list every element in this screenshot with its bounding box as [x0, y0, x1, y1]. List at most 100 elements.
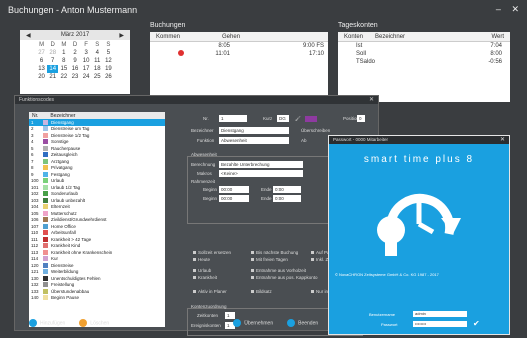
calendar-day[interactable]: 5	[103, 49, 114, 57]
delete-button[interactable]: Löschen	[79, 319, 109, 327]
ueberschreiben-radio[interactable]: Überschreiben	[301, 128, 330, 133]
ende-field[interactable]: 0:00	[273, 186, 301, 193]
checkbox-kappkonto[interactable]: Entnahme aus pos. Kappkonto	[251, 275, 318, 280]
code-number: 102	[31, 191, 39, 197]
ende2-field[interactable]: 0:00	[273, 195, 301, 202]
checkbox-vorholzeit[interactable]: Entnahme aus Vorholzeit	[251, 268, 306, 273]
calendar[interactable]: ◀ März 2017 ▶ M D M D F S S 27 28 1 2 3 4 5 6 7 8 9 10 11 12…	[20, 30, 130, 94]
prev-month-icon[interactable]: ◀	[26, 32, 31, 39]
ab-radio[interactable]: Ab	[301, 138, 307, 143]
checkbox-aktiv-planer[interactable]: Aktiv in Planer	[193, 289, 227, 294]
calendar-day[interactable]: 28	[47, 49, 58, 57]
calendar-day[interactable]: 27	[36, 49, 47, 57]
col-nr[interactable]: Nr.	[29, 112, 41, 119]
calendar-day[interactable]: 12	[103, 57, 114, 65]
nr-field[interactable]: 1	[219, 115, 247, 122]
beginn-field[interactable]: 00:00	[219, 186, 249, 193]
col-wert[interactable]: Wert	[485, 32, 510, 41]
close-button[interactable]: Beenden	[287, 319, 318, 327]
color-swatch	[43, 165, 48, 171]
calendar-day[interactable]: 24	[81, 73, 92, 81]
calendar-day[interactable]: 19	[103, 65, 114, 73]
code-number: 130	[31, 275, 39, 281]
color-swatch	[43, 191, 48, 197]
code-label: Dienstreise um Tag	[51, 126, 90, 132]
calendar-day[interactable]: 6	[36, 57, 47, 65]
add-button[interactable]: Hinzufügen	[29, 319, 65, 327]
beginn2-field[interactable]: 00:00	[219, 195, 249, 202]
calendar-day[interactable]: 3	[81, 49, 92, 57]
funktionscodes-dialog: Funktionscodes ✕ Nr. Bezeichner 1 Dienstg…	[14, 95, 379, 336]
calendar-grid[interactable]: M D M D F S S 27 28 1 2 3 4 5 6 7 8 9 10 11 12 13 14 15 16 17 18 19…	[20, 40, 130, 82]
calendar-day[interactable]: 14	[47, 65, 59, 73]
bezeichner-field[interactable]: Dienstgang	[219, 127, 289, 134]
table-row[interactable]: Ist 7:04	[338, 42, 510, 50]
color-swatch[interactable]	[305, 116, 317, 122]
color-swatch	[43, 204, 48, 210]
zeitkonten-field[interactable]: 1	[225, 312, 235, 319]
close-icon[interactable]: ✕	[511, 4, 519, 14]
color-swatch	[43, 171, 48, 177]
calendar-day[interactable]: 15	[58, 65, 69, 73]
close-icon[interactable]: ✕	[369, 96, 374, 103]
tageskonten-table[interactable]: Konten Bezeichner Wert Ist 7:04 Soll 8:0…	[338, 32, 510, 102]
color-swatch	[43, 197, 48, 203]
checkbox-naechste-buchung[interactable]: Bis nächste Buchung	[251, 250, 298, 255]
col-gehen[interactable]: Gehen	[216, 32, 246, 41]
position-field[interactable]: 0	[357, 115, 365, 122]
code-label: Unentschuldigtes Fehlen	[51, 275, 101, 281]
calendar-day[interactable]: 20	[36, 73, 47, 81]
calendar-day[interactable]: 1	[58, 49, 69, 57]
calendar-day[interactable]: 8	[58, 57, 69, 65]
calendar-day[interactable]: 13	[36, 65, 47, 73]
close-icon[interactable]: ✕	[500, 136, 505, 143]
calendar-day[interactable]: 9	[69, 57, 80, 65]
calendar-day[interactable]: 11	[92, 57, 103, 65]
apply-button[interactable]: Übernehmen	[233, 319, 273, 327]
berechnung-select[interactable]: Bezahlte Unterbrechung	[219, 161, 303, 168]
kurz-field[interactable]: DG	[277, 115, 289, 122]
funktion-select[interactable]: Abwesenheit	[219, 137, 289, 144]
minimize-icon[interactable]: –	[496, 4, 501, 14]
confirm-check-icon[interactable]: ✔	[473, 319, 480, 328]
username-field[interactable]: admin	[413, 311, 467, 317]
calendar-day[interactable]: 7	[47, 57, 58, 65]
weekday-header: D	[72, 42, 78, 48]
calendar-day[interactable]: 4	[92, 49, 103, 57]
month-label: März 2017	[60, 32, 90, 38]
calendar-day[interactable]: 22	[58, 73, 69, 81]
col-bezeichner[interactable]: Bezeichner	[369, 32, 411, 41]
calendar-day[interactable]: 2	[69, 49, 80, 57]
code-label: Arztgang	[51, 158, 70, 164]
col-konten[interactable]: Konten	[338, 32, 369, 41]
col-kommen[interactable]: Kommen	[150, 32, 186, 41]
calendar-day[interactable]: 10	[81, 57, 92, 65]
table-row[interactable]: TSaldo -0:56	[338, 58, 510, 66]
list-item[interactable]: 140 Beginn Pause	[29, 295, 165, 302]
calendar-day[interactable]: 16	[69, 65, 80, 73]
color-picker-icon[interactable]: 🖌	[295, 116, 301, 122]
calendar-day[interactable]: 18	[92, 65, 103, 73]
table-row[interactable]: Soll 8:00	[338, 50, 510, 58]
username-label: Benutzername	[369, 312, 396, 317]
makros-select[interactable]: <Keine>	[219, 170, 303, 177]
col-bezeichner[interactable]: Bezeichner	[47, 112, 78, 119]
checkbox-krankheit[interactable]: Krankheit	[193, 275, 217, 280]
buchungen-table[interactable]: Kommen Gehen 8:05 9:00 FS 11:01 17:10	[150, 32, 328, 102]
color-swatch	[43, 119, 48, 125]
calendar-day[interactable]: 25	[92, 73, 103, 81]
calendar-day[interactable]: 17	[81, 65, 92, 73]
table-row[interactable]: 8:05 9:00 FS	[150, 42, 328, 50]
checkbox-heute[interactable]: Heute	[193, 257, 210, 262]
checkbox-freie-tage[interactable]: Mit freien Tagen	[251, 257, 288, 262]
calendar-day[interactable]: 23	[69, 73, 80, 81]
table-row[interactable]: 11:01 17:10	[150, 50, 328, 58]
checkbox-sollzeit[interactable]: Sollzeit ersetzen	[193, 250, 231, 255]
password-field[interactable]: ••••••••	[413, 321, 467, 327]
next-month-icon[interactable]: ▶	[119, 32, 124, 39]
checkbox-bildsatz[interactable]: Bildsatz	[251, 289, 272, 294]
calendar-day[interactable]: 26	[103, 73, 114, 81]
calendar-day[interactable]: 21	[47, 73, 58, 81]
funktionscodes-list[interactable]: Nr. Bezeichner 1 Dienstgang 2 Dienstreise u…	[29, 112, 165, 327]
checkbox-urlaub[interactable]: Urlaub	[193, 268, 211, 273]
